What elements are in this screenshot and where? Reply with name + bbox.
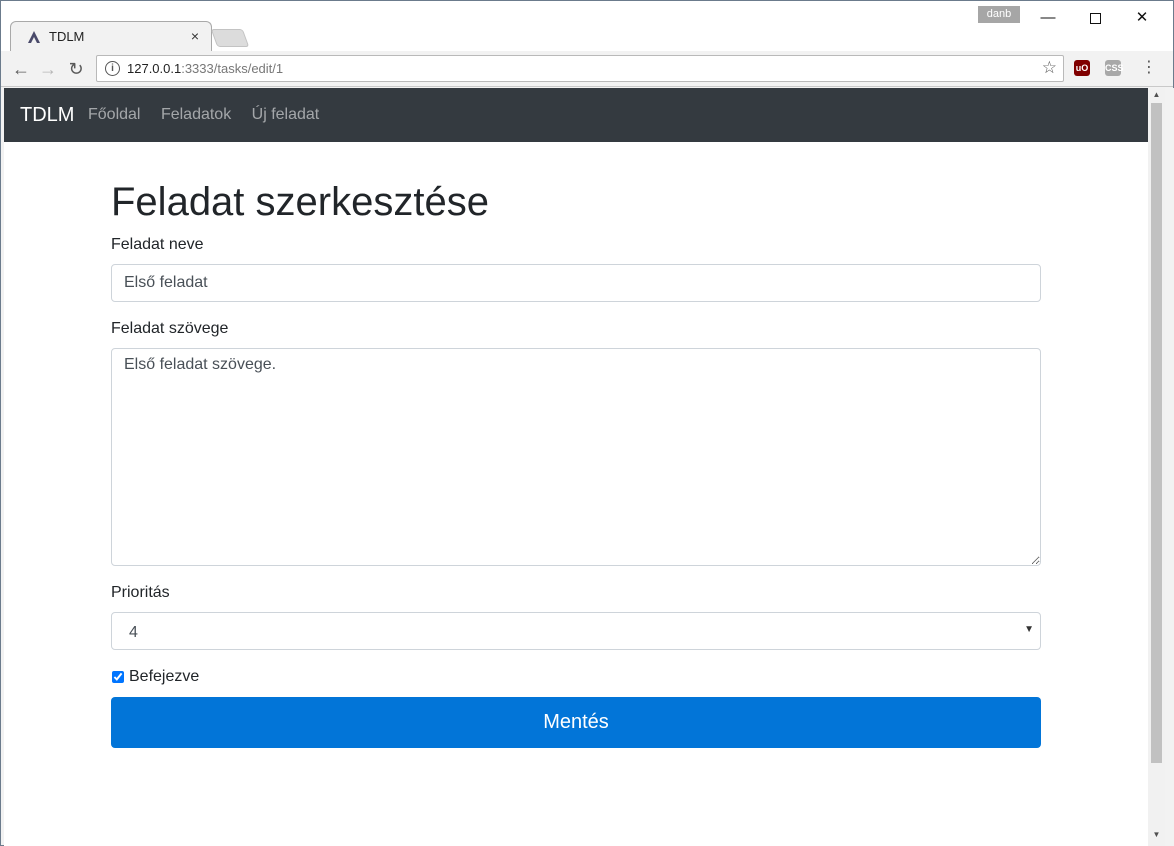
title-bar: TDLM × danb — ✕ — [1, 1, 1173, 51]
edit-form: Feladat szerkesztése Feladat neve Felada… — [111, 178, 1041, 748]
back-arrow-icon[interactable]: ← — [10, 58, 32, 80]
window-edge — [1165, 88, 1174, 846]
browser-tab[interactable]: TDLM × — [10, 21, 212, 51]
scroll-down-icon[interactable]: ▼ — [1148, 828, 1165, 842]
navbar-brand[interactable]: TDLM — [20, 104, 74, 127]
maximize-button[interactable] — [1072, 5, 1118, 31]
address-bar[interactable]: i 127.0.0.1:3333/tasks/edit/1 ☆ — [96, 55, 1064, 82]
nav-link-home[interactable]: Főoldal — [88, 106, 140, 123]
bookmark-star-icon[interactable]: ☆ — [1042, 58, 1057, 78]
done-checkbox[interactable] — [112, 671, 124, 683]
task-name-input[interactable] — [111, 264, 1041, 302]
tab-close-icon[interactable]: × — [191, 28, 199, 44]
select-caret-icon: ▼ — [1024, 624, 1034, 635]
priority-select[interactable]: 4 ▼ — [111, 612, 1041, 650]
info-icon[interactable]: i — [105, 61, 120, 76]
scroll-up-icon[interactable]: ▲ — [1148, 88, 1165, 102]
url-text: 127.0.0.1:3333/tasks/edit/1 — [127, 61, 283, 76]
site-navbar: TDLM Főoldal Feladatok Új feladat — [4, 88, 1148, 142]
close-window-button[interactable]: ✕ — [1119, 5, 1165, 31]
done-checkbox-row: Befejezve — [111, 668, 1041, 686]
task-name-label: Feladat neve — [111, 236, 204, 253]
url-host: 127.0.0.1 — [127, 61, 182, 76]
browser-toolbar: ← → ↻ i 127.0.0.1:3333/tasks/edit/1 ☆ uO… — [1, 51, 1173, 87]
task-text-label: Feladat szövege — [111, 320, 229, 337]
url-path: :3333/tasks/edit/1 — [181, 61, 284, 76]
done-label[interactable]: Befejezve — [129, 668, 199, 686]
priority-label: Prioritás — [111, 584, 170, 601]
browser-window: TDLM × danb — ✕ ← → ↻ i 127.0.0.1:3333/t… — [0, 0, 1174, 846]
minimize-button[interactable]: — — [1025, 5, 1071, 31]
ublock-extension-icon[interactable]: uO — [1074, 60, 1090, 76]
vertical-scrollbar[interactable]: ▲ ▼ — [1148, 88, 1165, 846]
nav-links: Főoldal Feladatok Új feladat — [88, 106, 335, 124]
page-viewport: TDLM Főoldal Feladatok Új feladat Felada… — [4, 88, 1148, 846]
profile-badge[interactable]: danb — [978, 6, 1020, 23]
new-tab-button[interactable] — [210, 29, 250, 47]
scroll-thumb[interactable] — [1151, 103, 1162, 763]
save-button[interactable]: Mentés — [111, 697, 1041, 748]
page-title: Feladat szerkesztése — [111, 180, 489, 224]
app-logo-icon — [28, 31, 40, 43]
nav-link-new-task[interactable]: Új feladat — [252, 106, 320, 123]
priority-selected-value: 4 — [129, 624, 138, 641]
css-extension-icon[interactable]: CSS — [1105, 60, 1124, 76]
tab-title: TDLM — [49, 29, 85, 44]
nav-link-tasks[interactable]: Feladatok — [161, 106, 231, 123]
maximize-icon — [1089, 12, 1101, 24]
task-text-area[interactable]: Első feladat szövege. — [111, 348, 1041, 566]
forward-arrow-icon[interactable]: → — [37, 58, 59, 80]
browser-menu-icon[interactable]: ⋮ — [1141, 59, 1157, 77]
reload-icon[interactable]: ↻ — [65, 58, 87, 80]
